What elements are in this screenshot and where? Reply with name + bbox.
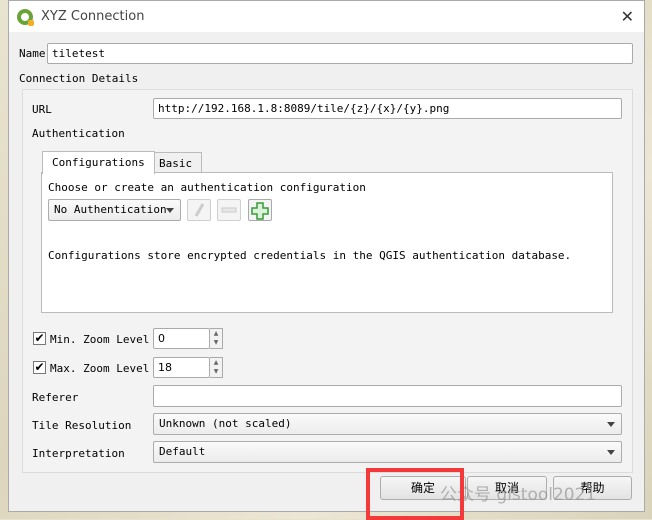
interpretation-select[interactable]: Default (153, 441, 622, 463)
name-label: Name (19, 47, 46, 60)
highlight-box (366, 468, 464, 520)
max-zoom-checkbox[interactable]: ✔ (33, 361, 46, 374)
minus-icon (221, 207, 237, 213)
auth-config-value: No Authentication (54, 203, 167, 216)
min-zoom-input[interactable]: 0 (153, 328, 210, 349)
interpretation-label: Interpretation (32, 447, 125, 460)
remove-config-button[interactable] (217, 199, 241, 221)
chevron-down-icon (607, 450, 615, 455)
tab-basic[interactable]: Basic (149, 152, 203, 174)
chevron-down-icon (166, 208, 174, 213)
authentication-label: Authentication (32, 127, 125, 140)
close-icon[interactable]: ✕ (621, 7, 634, 26)
edit-config-button[interactable] (187, 199, 211, 221)
min-zoom-checkbox[interactable]: ✔ (33, 332, 46, 345)
tile-resolution-label: Tile Resolution (32, 419, 132, 432)
tile-resolution-value: Unknown (not scaled) (159, 417, 292, 430)
add-config-button[interactable] (248, 199, 272, 221)
title-bar: XYZ Connection ✕ (9, 1, 644, 32)
referer-input[interactable] (153, 385, 622, 407)
name-input[interactable]: tiletest (47, 43, 633, 64)
url-input[interactable]: http://192.168.1.8:8089/tile/{z}/{x}/{y}… (153, 98, 622, 119)
tab-configurations[interactable]: Configurations (42, 151, 155, 174)
choose-config-text: Choose or create an authentication confi… (48, 181, 366, 194)
chevron-down-icon (607, 422, 615, 427)
connection-details-group: URL http://192.168.1.8:8089/tile/{z}/{x}… (22, 89, 633, 473)
max-zoom-stepper[interactable]: ▲ ▼ (210, 357, 223, 378)
pencil-icon (194, 203, 205, 217)
max-zoom-label: Max. Zoom Level (50, 362, 150, 375)
max-zoom-input[interactable]: 18 (153, 357, 210, 378)
xyz-connection-dialog: XYZ Connection ✕ Name tiletest Connectio… (8, 0, 645, 512)
url-label: URL (32, 103, 52, 116)
auth-config-select[interactable]: No Authentication (48, 199, 181, 221)
auth-config-pane: Choose or create an authentication confi… (41, 172, 613, 313)
min-zoom-stepper[interactable]: ▲ ▼ (210, 328, 223, 349)
auth-info-text: Configurations store encrypted credentia… (48, 249, 572, 262)
qgis-logo-icon (17, 8, 34, 26)
connection-details-label: Connection Details (19, 72, 139, 85)
plus-icon (251, 202, 269, 220)
cancel-button[interactable]: 取消 (467, 476, 547, 500)
window-title: XYZ Connection (41, 9, 145, 24)
tile-resolution-select[interactable]: Unknown (not scaled) (153, 413, 622, 435)
help-button[interactable]: 帮助 (553, 476, 632, 500)
min-zoom-label: Min. Zoom Level (50, 333, 150, 346)
interpretation-value: Default (159, 445, 206, 458)
referer-label: Referer (32, 391, 79, 404)
